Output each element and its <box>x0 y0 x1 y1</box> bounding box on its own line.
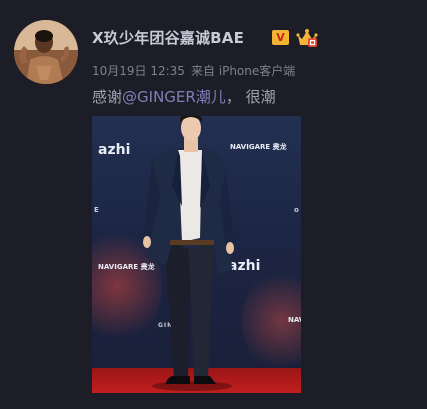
user-avatar[interactable] <box>14 20 78 84</box>
caption-mention-link[interactable]: @GINGER潮儿 <box>122 88 226 106</box>
username[interactable]: X玖少年团谷嘉诚BAE <box>92 27 244 48</box>
post-caption: 感谢@GINGER潮儿， 很潮 <box>92 86 276 107</box>
weibo-post: X玖少年团谷嘉诚BAE V 10月19日 12:35 来自 iPhone客户端 感… <box>0 0 427 409</box>
verified-v-label: V <box>276 31 285 44</box>
verified-v-badge[interactable]: V <box>272 30 289 45</box>
crown-badge-icon[interactable] <box>296 28 318 48</box>
post-photo[interactable]: azhi NAVIGARE 㶳龙 E o NAVIGARE 㶳龙 azhi GI… <box>92 116 301 393</box>
avatar-portrait-icon <box>14 20 78 84</box>
caption-prefix: 感谢 <box>92 88 123 106</box>
post-meta: 10月19日 12:35 来自 iPhone客户端 <box>92 62 295 79</box>
post-timestamp[interactable]: 10月19日 12:35 <box>92 64 185 78</box>
post-source: 来自 iPhone客户端 <box>190 64 296 78</box>
person-figure-icon <box>143 116 234 391</box>
caption-suffix: ， 很潮 <box>225 88 276 106</box>
